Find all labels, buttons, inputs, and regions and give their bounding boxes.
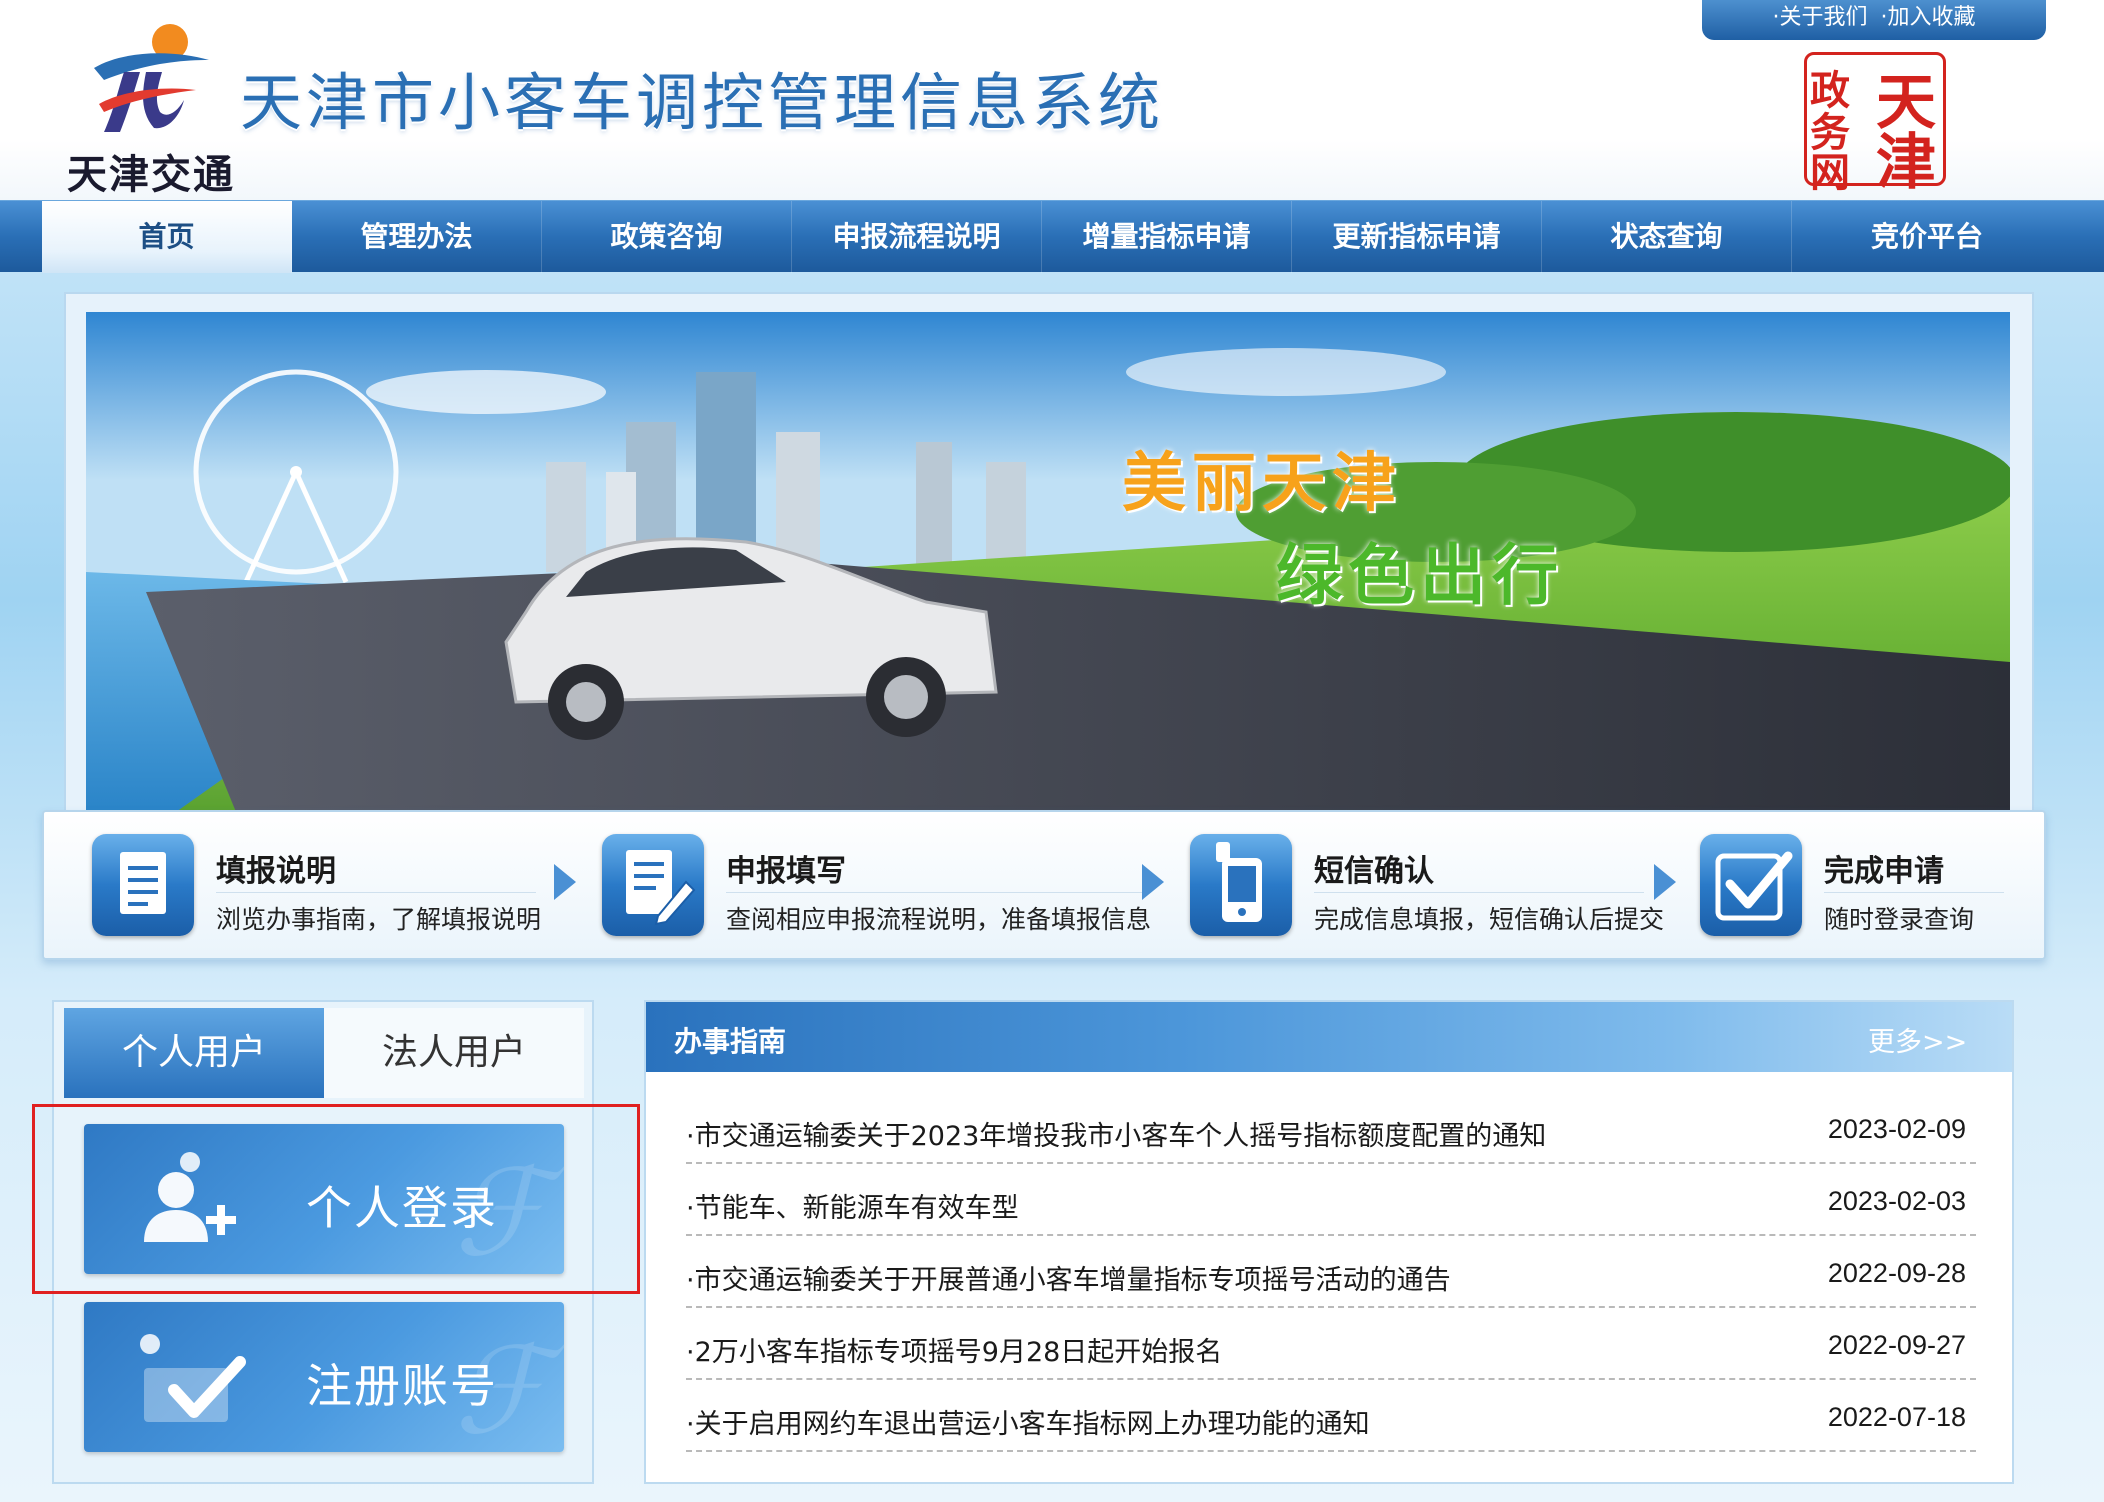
login-button-highlight-box: [32, 1104, 640, 1294]
step-divider: [1314, 892, 1644, 893]
news-item-title[interactable]: ·节能车、新能源车有效车型: [686, 1186, 1019, 1225]
banner-slogan-green-travel: 绿色出行: [1276, 537, 1564, 614]
news-item[interactable]: ·市交通运输委关于2023年增投我市小客车个人摇号指标额度配置的通知 2023-…: [686, 1092, 1976, 1164]
step-divider: [726, 892, 1146, 893]
news-item-date: 2022-07-18: [1827, 1402, 1966, 1432]
tab-personal-user[interactable]: 个人用户: [64, 1008, 324, 1098]
step-title: 完成申请: [1824, 854, 1944, 889]
nav-item-process[interactable]: 申报流程说明: [792, 201, 1042, 273]
banner-scene-illustration: [86, 312, 2010, 812]
news-item-title[interactable]: ·关于启用网约车退出营运小客车指标网上办理功能的通知: [686, 1402, 1370, 1441]
tianjin-gov-seal[interactable]: 天 津 政 务 网: [1804, 52, 1946, 198]
banner-image: 美丽天津 绿色出行: [86, 312, 2010, 812]
news-item-title[interactable]: ·2万小客车指标专项摇号9月28日起开始报名: [686, 1330, 1222, 1369]
news-header: 办事指南 更多>>: [646, 1002, 2012, 1072]
nav-item-bidding[interactable]: 竞价平台: [1792, 201, 2062, 273]
site-title: 天津市小客车调控管理信息系统: [240, 66, 1165, 139]
tab-corporate-user[interactable]: 法人用户: [324, 1008, 584, 1098]
news-item-date: 2023-02-03: [1827, 1186, 1966, 1216]
process-steps: 填报说明 浏览办事指南，了解填报说明 申报填写 查阅相应申报流程说明，准备填报信…: [42, 810, 2046, 960]
news-item[interactable]: ·2万小客车指标专项摇号9月28日起开始报名 2022-09-27: [686, 1308, 1976, 1380]
tianjin-transport-logo[interactable]: 天津交通: [56, 20, 246, 198]
user-type-tabs: 个人用户 法人用户: [64, 1008, 584, 1098]
register-account-label: 注册账号: [306, 1359, 498, 1413]
seal-char: 网: [1810, 149, 1850, 196]
news-more-link[interactable]: 更多>>: [1868, 1020, 1967, 1059]
banner-slogan-beautiful-tianjin: 美丽天津: [1122, 447, 1402, 521]
register-checkmark-icon: [140, 1334, 246, 1422]
step-desc: 查阅相应申报流程说明，准备填报信息: [726, 905, 1152, 934]
step-divider: [1824, 892, 2004, 893]
news-item[interactable]: ·市交通运输委关于开展普通小客车增量指标专项摇号活动的通告 2022-09-28: [686, 1236, 1976, 1308]
site-header: 天津交通 天津市小客车调控管理信息系统 ·关于我们 ·加入收藏 天 津 政 务 …: [0, 0, 2104, 200]
news-item-date: 2023-02-09: [1827, 1114, 1966, 1144]
news-item-date: 2022-09-28: [1827, 1258, 1966, 1288]
news-item[interactable]: ·关于启用网约车退出营运小客车指标网上办理功能的通知 2022-07-18: [686, 1380, 1976, 1452]
step-title: 申报填写: [726, 854, 846, 889]
nav-item-increment-apply[interactable]: 增量指标申请: [1042, 201, 1292, 273]
mobile-phone-icon: [1190, 834, 1292, 936]
news-item[interactable]: ·节能车、新能源车有效车型 2023-02-03: [686, 1164, 1976, 1236]
register-account-button[interactable]: ℱ 注册账号: [84, 1302, 564, 1452]
nav-item-status-query[interactable]: 状态查询: [1542, 201, 1792, 273]
step-arrow-icon: [554, 864, 576, 900]
step-title: 填报说明: [216, 854, 336, 889]
main-nav: 首页 管理办法 政策咨询 申报流程说明 增量指标申请 更新指标申请 状态查询 竞…: [0, 200, 2104, 273]
news-list: ·市交通运输委关于2023年增投我市小客车个人摇号指标额度配置的通知 2023-…: [686, 1092, 1976, 1452]
step-title: 短信确认: [1314, 854, 1434, 889]
nav-item-policy[interactable]: 政策咨询: [542, 201, 792, 273]
document-icon: [92, 834, 194, 936]
step-desc: 浏览办事指南，了解填报说明: [216, 905, 542, 934]
nav-item-renewal-apply[interactable]: 更新指标申请: [1292, 201, 1542, 273]
banner-frame: 美丽天津 绿色出行: [64, 292, 2034, 822]
step-arrow-icon: [1142, 864, 1164, 900]
news-item-title[interactable]: ·市交通运输委关于2023年增投我市小客车个人摇号指标额度配置的通知: [686, 1114, 1546, 1153]
nav-item-regulations[interactable]: 管理办法: [292, 201, 542, 273]
step-arrow-icon: [1654, 864, 1676, 900]
guide-news-panel: 办事指南 更多>> ·市交通运输委关于2023年增投我市小客车个人摇号指标额度配…: [644, 1000, 2014, 1484]
logo-text: 天津交通: [67, 151, 235, 198]
add-favorite-link[interactable]: ·加入收藏: [1881, 5, 1976, 30]
step-desc: 完成信息填报，短信确认后提交: [1314, 905, 1665, 934]
news-header-title: 办事指南: [674, 1025, 787, 1058]
step-desc: 随时登录查询: [1824, 905, 1975, 934]
logo-emblem-icon: [94, 24, 209, 132]
top-links-bar: ·关于我们 ·加入收藏: [1702, 0, 2046, 40]
seal-char: 津: [1876, 128, 1936, 198]
nav-item-home[interactable]: 首页: [42, 201, 292, 273]
checkmark-icon: [1700, 834, 1802, 936]
form-edit-icon: [602, 834, 704, 936]
news-item-title[interactable]: ·市交通运输委关于开展普通小客车增量指标专项摇号活动的通告: [686, 1258, 1451, 1297]
news-item-date: 2022-09-27: [1827, 1330, 1966, 1360]
about-us-link[interactable]: ·关于我们: [1773, 5, 1868, 30]
step-divider: [216, 892, 536, 893]
